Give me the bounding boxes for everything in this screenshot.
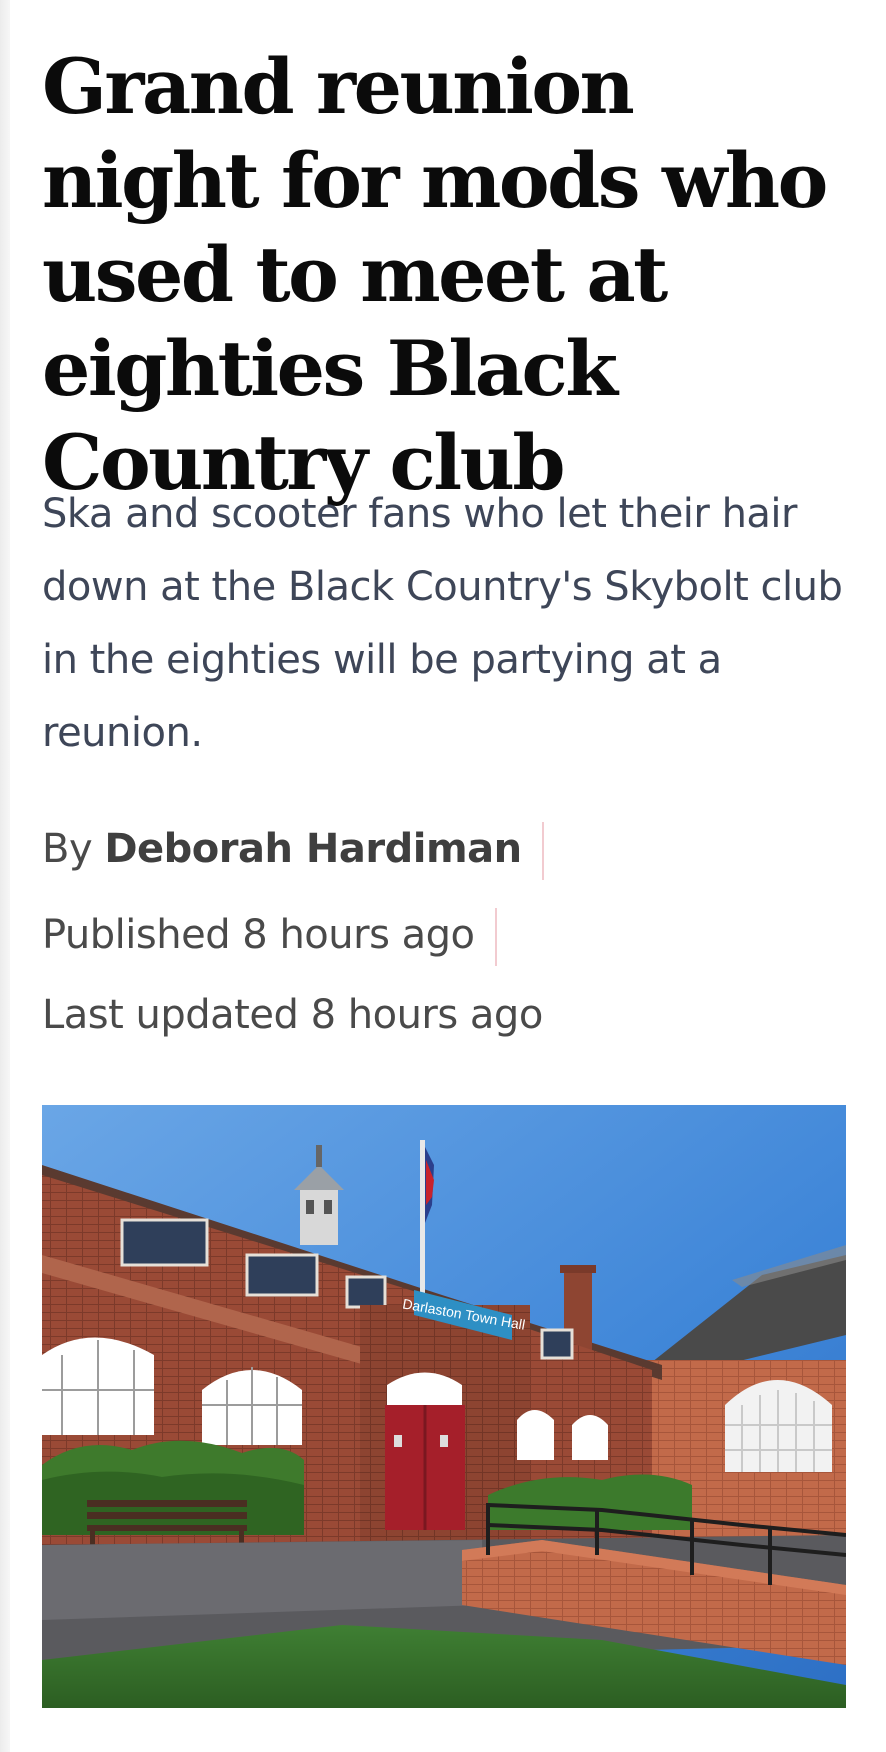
byline: By Deborah Hardiman bbox=[42, 822, 544, 880]
byline-prefix: By bbox=[42, 826, 93, 872]
updated-time: Last updated 8 hours ago bbox=[42, 992, 543, 1038]
page-edge-shadow bbox=[0, 0, 10, 1752]
byline-separator bbox=[541, 822, 544, 880]
published-time: Published 8 hours ago bbox=[42, 908, 497, 966]
published-separator bbox=[494, 908, 497, 966]
article-headline: Grand reunion night for mods who used to… bbox=[42, 42, 828, 507]
hero-image[interactable]: Darlaston Town Hall bbox=[42, 1105, 846, 1708]
article-standfirst: Ska and scooter fans who let their hair … bbox=[42, 491, 843, 756]
author-link[interactable]: Deborah Hardiman bbox=[104, 826, 522, 872]
published-label: Published 8 hours ago bbox=[42, 912, 475, 958]
